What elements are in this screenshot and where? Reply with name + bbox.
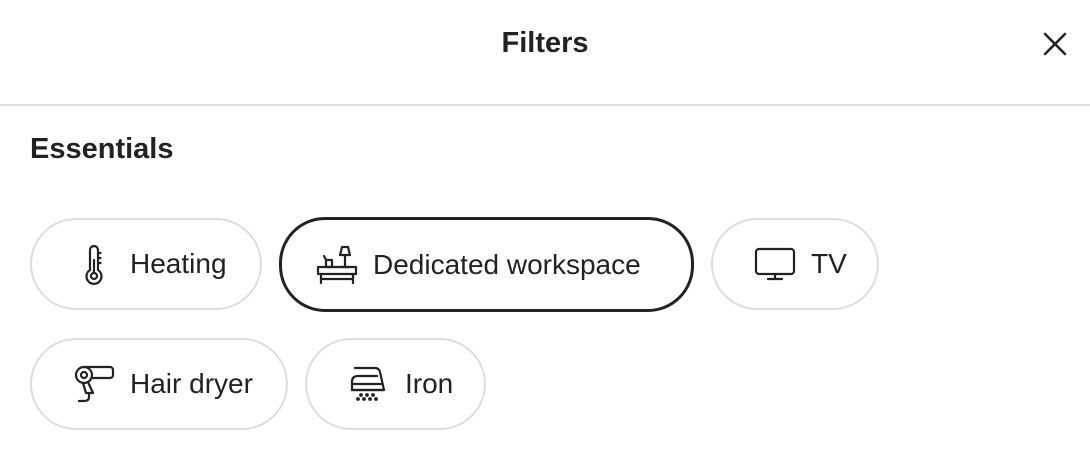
amenity-chip-heating[interactable]: Heating [30,218,262,310]
amenity-chip-tv[interactable]: TV [711,218,879,310]
amenity-label: Hair dryer [130,368,253,399]
amenity-chip-iron[interactable]: Iron [305,338,486,430]
amenity-label: Dedicated workspace [373,248,641,280]
amenity-label: TV [811,248,847,279]
filters-header: Filters [0,0,1090,106]
hair-dryer-icon [72,362,116,406]
close-icon [1043,32,1067,56]
amenity-chip-hair-dryer[interactable]: Hair dryer [30,338,288,430]
amenity-chip-dedicated-workspace[interactable]: Dedicated workspace [279,217,694,312]
desk-icon [315,243,359,287]
close-button[interactable] [1038,24,1072,64]
iron-icon [347,362,391,406]
amenity-label: Iron [405,368,454,399]
modal-title: Filters [501,27,589,59]
tv-icon [753,242,797,286]
thermometer-icon [72,242,116,286]
amenity-label: Heating [130,248,227,279]
section-title-essentials: Essentials [30,133,174,165]
